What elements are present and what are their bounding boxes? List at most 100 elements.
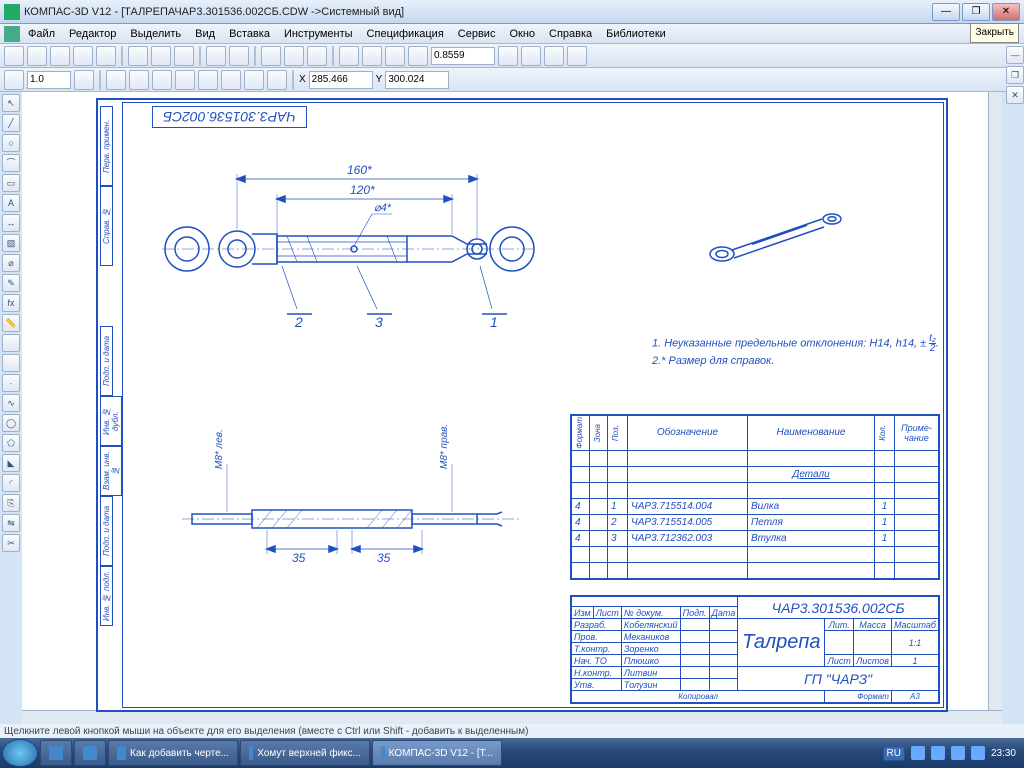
dots-icon[interactable] (152, 70, 172, 90)
measure-tool[interactable]: 📏 (2, 314, 20, 332)
open-button[interactable] (27, 46, 47, 66)
start-button[interactable] (2, 739, 38, 767)
toolbar-props: X Y (0, 68, 1024, 92)
fillet-tool[interactable]: ◜ (2, 474, 20, 492)
tray-icon[interactable] (931, 746, 945, 760)
drawing-canvas[interactable]: ЧАР3.301536.002СБ Перв. примен. Справ. №… (22, 92, 1002, 724)
line-tool[interactable]: ╱ (2, 114, 20, 132)
mirror-tool[interactable]: ⇋ (2, 514, 20, 532)
thick-icon[interactable] (221, 70, 241, 90)
copy-tool[interactable]: ⎘ (2, 494, 20, 512)
edit-tool[interactable]: ✎ (2, 274, 20, 292)
fx-button[interactable] (284, 46, 304, 66)
dash-icon[interactable] (129, 70, 149, 90)
clock[interactable]: 23:30 (991, 748, 1016, 759)
menu-select[interactable]: Выделить (124, 26, 187, 42)
tray-icon[interactable] (911, 746, 925, 760)
zoom-in-button[interactable] (362, 46, 382, 66)
preview-button[interactable] (96, 46, 116, 66)
ellipse-tool[interactable]: ◯ (2, 414, 20, 432)
new-button[interactable] (4, 46, 24, 66)
zoom-window-button[interactable] (408, 46, 428, 66)
minimize-button[interactable]: — (932, 3, 960, 21)
fxhat-button[interactable] (307, 46, 327, 66)
dim-120: 120* (350, 183, 375, 197)
close-button[interactable]: ✕ Закрыть (992, 3, 1020, 21)
zoom-factor-input[interactable] (431, 47, 495, 65)
spline-tool[interactable]: ∿ (2, 394, 20, 412)
separator (121, 46, 123, 66)
grid-button[interactable] (567, 46, 587, 66)
paste-button[interactable] (174, 46, 194, 66)
scale-input[interactable] (27, 71, 71, 89)
taskbar: Как добавить черте... Хомут верхней фикс… (0, 738, 1024, 768)
y-coord-input[interactable] (385, 71, 449, 89)
circle-tool[interactable]: ○ (2, 134, 20, 152)
blank2-tool[interactable] (2, 354, 20, 372)
trim-tool[interactable]: ✂ (2, 534, 20, 552)
linestyle-button[interactable] (74, 70, 94, 90)
cursor-tool[interactable]: ↖ (2, 94, 20, 112)
line-icon[interactable] (106, 70, 126, 90)
menu-help[interactable]: Справка (543, 26, 598, 42)
thin-icon[interactable] (198, 70, 218, 90)
volume-icon[interactable] (971, 746, 985, 760)
rect-tool[interactable]: ▭ (2, 174, 20, 192)
taskbar-item-active[interactable]: КОМПАС-3D V12 - [Т... (372, 740, 502, 766)
poly-tool[interactable]: ⬠ (2, 434, 20, 452)
language-indicator[interactable]: RU (883, 746, 905, 761)
menu-tools[interactable]: Инструменты (278, 26, 359, 42)
system-tray: RU 23:30 (883, 746, 1022, 761)
arc-tool[interactable]: ⌒ (2, 154, 20, 172)
hatch-tool[interactable]: ▨ (2, 234, 20, 252)
x-coord-input[interactable] (309, 71, 373, 89)
magnet-icon[interactable] (261, 46, 281, 66)
cut-button[interactable] (128, 46, 148, 66)
move-icon[interactable] (521, 46, 541, 66)
chamfer-tool[interactable]: ◣ (2, 454, 20, 472)
menu-bar: Файл Редактор Выделить Вид Вставка Инстр… (0, 24, 1024, 44)
save-button[interactable] (50, 46, 70, 66)
zoom-out-button[interactable] (385, 46, 405, 66)
separator (254, 46, 256, 66)
taskbar-item-2[interactable]: Хомут верхней фикс... (240, 740, 370, 766)
maximize-button[interactable]: ❐ (962, 3, 990, 21)
titleblock-org: ГП "ЧАРЗ" (738, 667, 939, 691)
undo-button[interactable] (206, 46, 226, 66)
menu-service[interactable]: Сервис (452, 26, 502, 42)
tray-icon[interactable] (951, 746, 965, 760)
more-icon[interactable] (267, 70, 287, 90)
menu-editor[interactable]: Редактор (63, 26, 122, 42)
zoom-fit-button[interactable] (339, 46, 359, 66)
point-tool[interactable]: · (2, 374, 20, 392)
titleblock-name: Талрепа (738, 619, 825, 667)
doc-close-button[interactable]: ✕ (1006, 86, 1024, 104)
doc-min-button[interactable]: — (1006, 46, 1024, 64)
vertical-scrollbar[interactable] (988, 92, 1002, 710)
text-tool[interactable]: A (2, 194, 20, 212)
menu-window[interactable]: Окно (503, 26, 541, 42)
step-icon[interactable] (4, 70, 24, 90)
menu-view[interactable]: Вид (189, 26, 221, 42)
dashdot-icon[interactable] (175, 70, 195, 90)
app-menu-icon[interactable] (4, 26, 20, 42)
param-tool[interactable]: fx (2, 294, 20, 312)
blank-tool[interactable] (2, 334, 20, 352)
taskbar-item-1[interactable]: Как добавить черте... (108, 740, 238, 766)
dim-tool[interactable]: ↔ (2, 214, 20, 232)
menu-file[interactable]: Файл (22, 26, 61, 42)
print-button[interactable] (73, 46, 93, 66)
symbol-tool[interactable]: ⌀ (2, 254, 20, 272)
taskbar-explorer[interactable] (74, 740, 106, 766)
arrow-icon[interactable] (244, 70, 264, 90)
doc-restore-button[interactable]: ❐ (1006, 66, 1024, 84)
copy-button[interactable] (151, 46, 171, 66)
y-label: Y (376, 74, 383, 85)
redo-button[interactable] (229, 46, 249, 66)
menu-insert[interactable]: Вставка (223, 26, 276, 42)
menu-spec[interactable]: Спецификация (361, 26, 450, 42)
pan-button[interactable] (498, 46, 518, 66)
refresh-button[interactable] (544, 46, 564, 66)
taskbar-ie[interactable] (40, 740, 72, 766)
menu-libs[interactable]: Библиотеки (600, 26, 672, 42)
